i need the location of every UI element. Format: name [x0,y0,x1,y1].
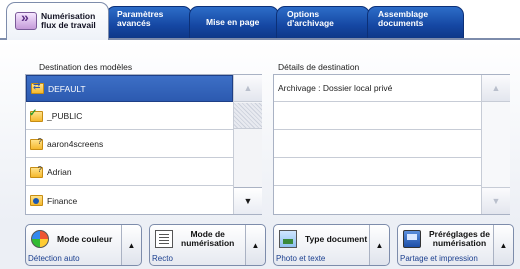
scroll-down-button[interactable]: ▼ [482,187,510,214]
scroll-thumb[interactable] [234,103,262,129]
document-type-arrow[interactable]: ▲ [369,225,389,265]
scan-mode-label-line2: numérisation [181,238,235,248]
details-row [274,131,481,158]
tab-filing-options[interactable]: Options d'archivage [276,6,370,39]
color-wheel-icon [31,230,49,248]
tab-workflow-scanning[interactable]: Numérisation flux de travail [6,2,109,40]
details-value: Archivage : Dossier local privé [278,83,393,93]
tab-label-line2: avancés [117,18,151,28]
list-item-adrian[interactable]: Adrian [26,159,233,186]
color-mode-value: Détection auto [28,254,80,263]
list-item-default[interactable]: DEFAULT [26,75,233,102]
tab-advanced-settings[interactable]: Paramètres avancés [106,6,192,39]
tab-layout[interactable]: Mise en page [189,6,279,39]
details-label: Détails de destination [278,62,360,72]
folder-check-icon [29,108,43,122]
color-mode-button[interactable]: Mode couleur Détection auto ▲ [25,224,142,266]
scan-presets-label-line2: numérisation [432,238,487,248]
tab-label-line2: flux de travail [41,20,96,30]
scroll-up-button[interactable]: ▲ [482,75,510,102]
list-item-label: _PUBLIC [47,111,83,121]
folder-question-icon [30,165,43,178]
scan-presets-arrow[interactable]: ▲ [493,225,513,265]
details-row [274,103,481,130]
preset-icon [403,230,421,248]
folder-globe-icon [30,195,43,206]
folder-sync-icon [31,81,44,94]
templates-label: Destination des modèles [39,62,133,72]
document-type-button[interactable]: Type document Photo et texte ▲ [273,224,390,266]
list-item-label: Finance [47,195,78,206]
list-item-public[interactable]: _PUBLIC [26,103,233,130]
details-row: Archivage : Dossier local privé [274,75,481,102]
document-type-value: Photo et texte [276,254,326,263]
list-item-label: DEFAULT [48,83,86,94]
tab-label-line1: Mise en page [206,17,260,27]
scan-mode-arrow[interactable]: ▲ [245,225,265,265]
scan-presets-button[interactable]: Préréglages de numérisation Partage et im… [397,224,514,266]
photo-icon [279,230,297,248]
list-item-label: Adrian [47,167,72,177]
list-item-label: aaron4screens [47,139,104,149]
color-mode-arrow[interactable]: ▲ [121,225,141,265]
details-row [274,159,481,186]
list-item-aaron4screens[interactable]: aaron4screens [26,131,233,158]
document-icon [155,230,173,248]
details-scrollbar[interactable]: ▲ ▼ [481,75,510,214]
scan-mode-button[interactable]: Mode de numérisation Recto ▲ [149,224,266,266]
scan-mode-value: Recto [152,254,173,263]
templates-scrollbar[interactable]: ▲ ▼ [233,75,262,214]
list-item-finance[interactable]: Finance [26,187,233,214]
scroll-up-button[interactable]: ▲ [234,75,262,102]
scan-presets-value: Partage et impression [400,254,478,263]
templates-list: DEFAULT _PUBLIC aaron4screens Adrian Fin… [25,74,262,215]
document-type-label: Type document [305,234,368,244]
tab-job-assembly[interactable]: Assemblage documents [367,6,464,39]
details-list: Archivage : Dossier local privé ▲ ▼ [273,74,510,215]
tab-bar: Numérisation flux de travail Paramètres … [0,0,520,40]
scroll-down-button[interactable]: ▼ [234,187,262,214]
details-row [274,187,481,214]
tab-label-line2: documents [378,18,424,28]
color-mode-label: Mode couleur [57,234,113,244]
folder-question-icon [30,137,43,150]
workflow-scan-icon [15,12,37,30]
tab-label-line2: d'archivage [287,18,334,28]
